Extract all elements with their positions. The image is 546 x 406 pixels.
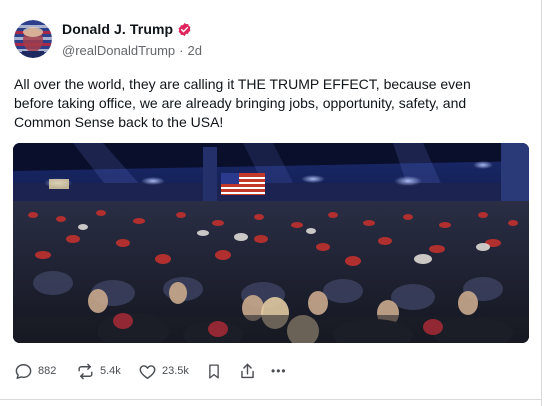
panel-border-bottom bbox=[0, 399, 542, 400]
timestamp[interactable]: 2d bbox=[188, 43, 202, 58]
more-options-button[interactable]: ••• bbox=[271, 364, 287, 378]
post-text: All over the world, they are calling it … bbox=[14, 76, 471, 130]
post-image[interactable] bbox=[13, 143, 529, 343]
meta-row: @realDonaldTrump · 2d bbox=[62, 43, 202, 58]
bookmark-icon bbox=[205, 362, 223, 381]
heart-icon bbox=[138, 362, 157, 381]
more-icon: ••• bbox=[271, 364, 287, 378]
verified-badge-icon bbox=[177, 22, 192, 37]
comment-icon bbox=[14, 362, 33, 381]
repost-button[interactable]: 5.4k bbox=[76, 362, 138, 381]
repost-count: 5.4k bbox=[100, 365, 121, 377]
handle[interactable]: @realDonaldTrump bbox=[62, 43, 175, 58]
like-button[interactable]: 23.5k bbox=[138, 362, 205, 381]
reply-count: 882 bbox=[38, 365, 57, 377]
reply-button[interactable]: 882 bbox=[14, 362, 76, 381]
post-page: Donald J. Trump @realDonaldTrump · 2d Al… bbox=[0, 0, 546, 406]
name-row: Donald J. Trump bbox=[62, 20, 202, 38]
share-button[interactable] bbox=[238, 362, 271, 381]
like-count: 23.5k bbox=[162, 365, 189, 377]
share-icon bbox=[238, 362, 257, 381]
author-info: Donald J. Trump @realDonaldTrump · 2d bbox=[62, 20, 202, 58]
display-name[interactable]: Donald J. Trump bbox=[62, 21, 173, 37]
post-actions: 882 5.4k 23.5k ••• bbox=[14, 360, 287, 382]
avatar[interactable] bbox=[14, 20, 52, 58]
repost-icon bbox=[76, 362, 95, 381]
panel-border-right bbox=[541, 0, 542, 406]
post-header: Donald J. Trump @realDonaldTrump · 2d bbox=[14, 18, 202, 60]
meta-separator: · bbox=[179, 43, 184, 58]
bookmark-button[interactable] bbox=[205, 362, 238, 381]
